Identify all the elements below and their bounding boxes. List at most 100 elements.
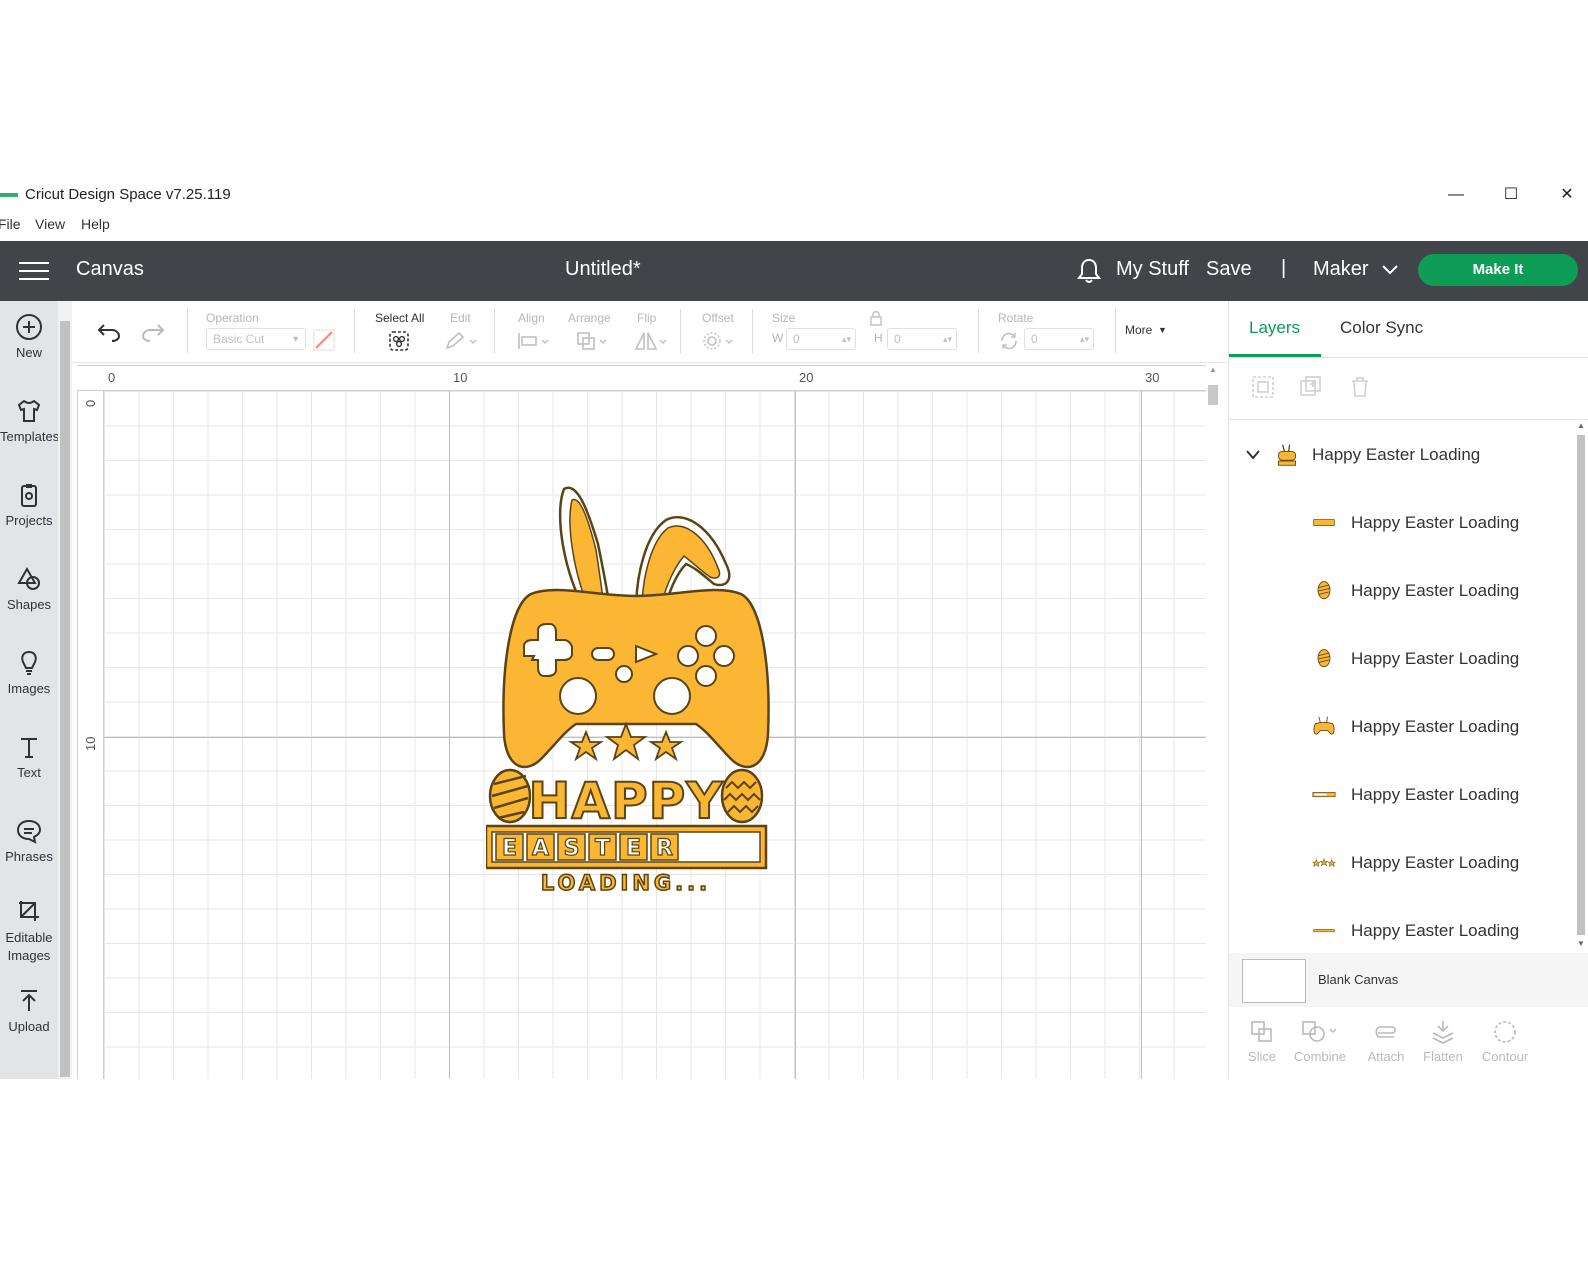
- menu-help[interactable]: Help: [81, 216, 110, 232]
- scrollbar-thumb[interactable]: [1208, 385, 1218, 405]
- combine-button[interactable]: Combine: [1291, 1019, 1349, 1064]
- slice-button[interactable]: Slice: [1239, 1019, 1285, 1064]
- grid-major-line: [1141, 365, 1142, 1079]
- group-thumbnail-icon: [1278, 444, 1296, 466]
- loading-bar: EASTER: [486, 824, 768, 870]
- contour-button[interactable]: Contour: [1477, 1019, 1533, 1064]
- happy-easter-loading-design[interactable]: HAPPY EASTER LOADING...: [486, 484, 786, 904]
- grid-major-line: [449, 365, 450, 1079]
- save-button[interactable]: Save: [1206, 258, 1252, 281]
- layer-row[interactable]: Happy Easter Loading: [1229, 557, 1574, 625]
- shirt-icon: [17, 399, 41, 422]
- rotate-icon[interactable]: [998, 330, 1020, 352]
- my-stuff-link[interactable]: My Stuff: [1116, 258, 1189, 281]
- sidebar-item-templates[interactable]: Templates: [0, 397, 59, 444]
- chevron-down-icon[interactable]: [1382, 264, 1398, 276]
- tab-layers[interactable]: Layers: [1249, 318, 1300, 338]
- sidebar-item-shapes[interactable]: Shapes: [0, 565, 58, 612]
- delete-icon[interactable]: [1348, 375, 1372, 399]
- ruler-horizontal: 0 10 20 30: [77, 365, 1207, 391]
- layer-name: Happy Easter Loading: [1351, 785, 1520, 804]
- width-input[interactable]: 0 ▴▾: [786, 328, 856, 350]
- arrange-label: Arrange: [568, 311, 611, 325]
- sidebar-item-phrases[interactable]: Phrases: [0, 817, 58, 864]
- ruler-tick-label: 30: [1145, 370, 1160, 385]
- bell-icon[interactable]: [1076, 257, 1102, 285]
- machine-selector[interactable]: Maker: [1313, 258, 1369, 281]
- attach-button[interactable]: Attach: [1361, 1019, 1411, 1064]
- sidebar-item-upload[interactable]: Upload: [0, 987, 58, 1034]
- sidebar-label: Upload: [8, 1019, 50, 1034]
- layer-row[interactable]: Happy Easter Loading: [1229, 693, 1574, 761]
- redo-icon[interactable]: [140, 321, 166, 343]
- duplicate-icon[interactable]: [1299, 375, 1323, 399]
- header-separator: |: [1281, 257, 1287, 279]
- tab-color-sync[interactable]: Color Sync: [1340, 318, 1423, 338]
- flip-icon[interactable]: [634, 331, 670, 351]
- pencil-icon[interactable]: [444, 331, 478, 351]
- layer-thumbnail-icon: [1312, 792, 1336, 798]
- maximize-button[interactable]: ☐: [1499, 184, 1523, 206]
- lock-icon[interactable]: [869, 310, 883, 326]
- menu-view[interactable]: View: [35, 216, 65, 232]
- canvas-vertical-scrollbar[interactable]: ▲: [1206, 365, 1220, 1079]
- offset-icon[interactable]: [702, 331, 738, 351]
- offset-label: Offset: [702, 311, 734, 325]
- stepper-icon[interactable]: ▴▾: [943, 329, 952, 349]
- layer-name: Happy Easter Loading: [1351, 921, 1520, 940]
- sidebar-scrollbar[interactable]: [58, 301, 72, 1079]
- sidebar-item-editable-images[interactable]: Editable Images: [0, 897, 58, 965]
- scrollbar-thumb[interactable]: [1577, 435, 1585, 935]
- toolbar-divider: [680, 309, 681, 353]
- color-swatch-icon[interactable]: [312, 328, 336, 352]
- contour-label: Contour: [1481, 1049, 1529, 1064]
- operation-select[interactable]: Basic Cut ▼: [206, 328, 306, 350]
- minimize-button[interactable]: —: [1444, 184, 1468, 206]
- sidebar-item-new[interactable]: New: [0, 313, 58, 360]
- layers-panel: Layers Color Sync Happy Easter Loading H…: [1228, 301, 1588, 1079]
- more-button[interactable]: More: [1125, 323, 1152, 337]
- layer-name: Happy Easter Loading: [1351, 717, 1520, 736]
- easter-letter: S: [564, 836, 580, 861]
- menu-file[interactable]: File: [0, 216, 21, 232]
- ruler-tick-label: 10: [83, 736, 98, 751]
- layer-row[interactable]: Happy Easter Loading: [1229, 829, 1574, 897]
- scroll-up-icon[interactable]: ▲: [1577, 421, 1585, 430]
- toolbar-divider: [752, 309, 753, 353]
- make-it-button[interactable]: Make It: [1418, 254, 1578, 286]
- blank-canvas-swatch[interactable]: [1242, 959, 1306, 1003]
- layer-thumbnail-icon: [1313, 519, 1335, 526]
- select-all-icon[interactable]: [388, 330, 410, 352]
- layer-row[interactable]: Happy Easter Loading: [1229, 489, 1574, 557]
- stepper-icon[interactable]: ▴▾: [842, 329, 851, 349]
- layer-row[interactable]: Happy Easter Loading: [1229, 761, 1574, 829]
- undo-icon[interactable]: [96, 321, 122, 343]
- chevron-down-icon[interactable]: [1245, 449, 1261, 461]
- group-icon[interactable]: [1251, 375, 1275, 399]
- close-button[interactable]: ✕: [1555, 184, 1579, 206]
- arrange-icon[interactable]: [576, 331, 612, 351]
- app-window: Cricut Design Space v7.25.119 — ☐ ✕ File…: [0, 0, 1588, 1270]
- height-input[interactable]: 0 ▴▾: [887, 328, 957, 350]
- blank-canvas-label: Blank Canvas: [1318, 972, 1399, 987]
- sidebar-item-text[interactable]: Text: [0, 733, 58, 780]
- layers-scrollbar[interactable]: ▲ ▼: [1574, 421, 1588, 951]
- scroll-down-icon[interactable]: ▼: [1577, 939, 1585, 948]
- blank-canvas-row[interactable]: Blank Canvas: [1229, 953, 1588, 1007]
- flatten-button[interactable]: Flatten: [1417, 1019, 1469, 1064]
- stepper-icon[interactable]: ▴▾: [1080, 329, 1089, 349]
- grid-major-line: [795, 365, 796, 1079]
- layer-group-row[interactable]: Happy Easter Loading: [1229, 421, 1574, 489]
- layer-row[interactable]: Happy Easter Loading: [1229, 625, 1574, 693]
- sidebar-item-images[interactable]: Images: [0, 649, 58, 696]
- hamburger-menu-icon[interactable]: [19, 260, 49, 282]
- ruler-tick-label: 10: [453, 370, 468, 385]
- align-label: Align: [518, 311, 545, 325]
- toolbar-divider: [494, 309, 495, 353]
- sidebar-item-projects[interactable]: Projects: [0, 481, 58, 528]
- scrollbar-thumb[interactable]: [60, 321, 70, 1077]
- operation-value: Basic Cut: [213, 332, 265, 346]
- scroll-up-icon[interactable]: ▲: [1209, 365, 1217, 374]
- align-icon[interactable]: [516, 331, 552, 351]
- rotate-input[interactable]: 0 ▴▾: [1024, 328, 1094, 350]
